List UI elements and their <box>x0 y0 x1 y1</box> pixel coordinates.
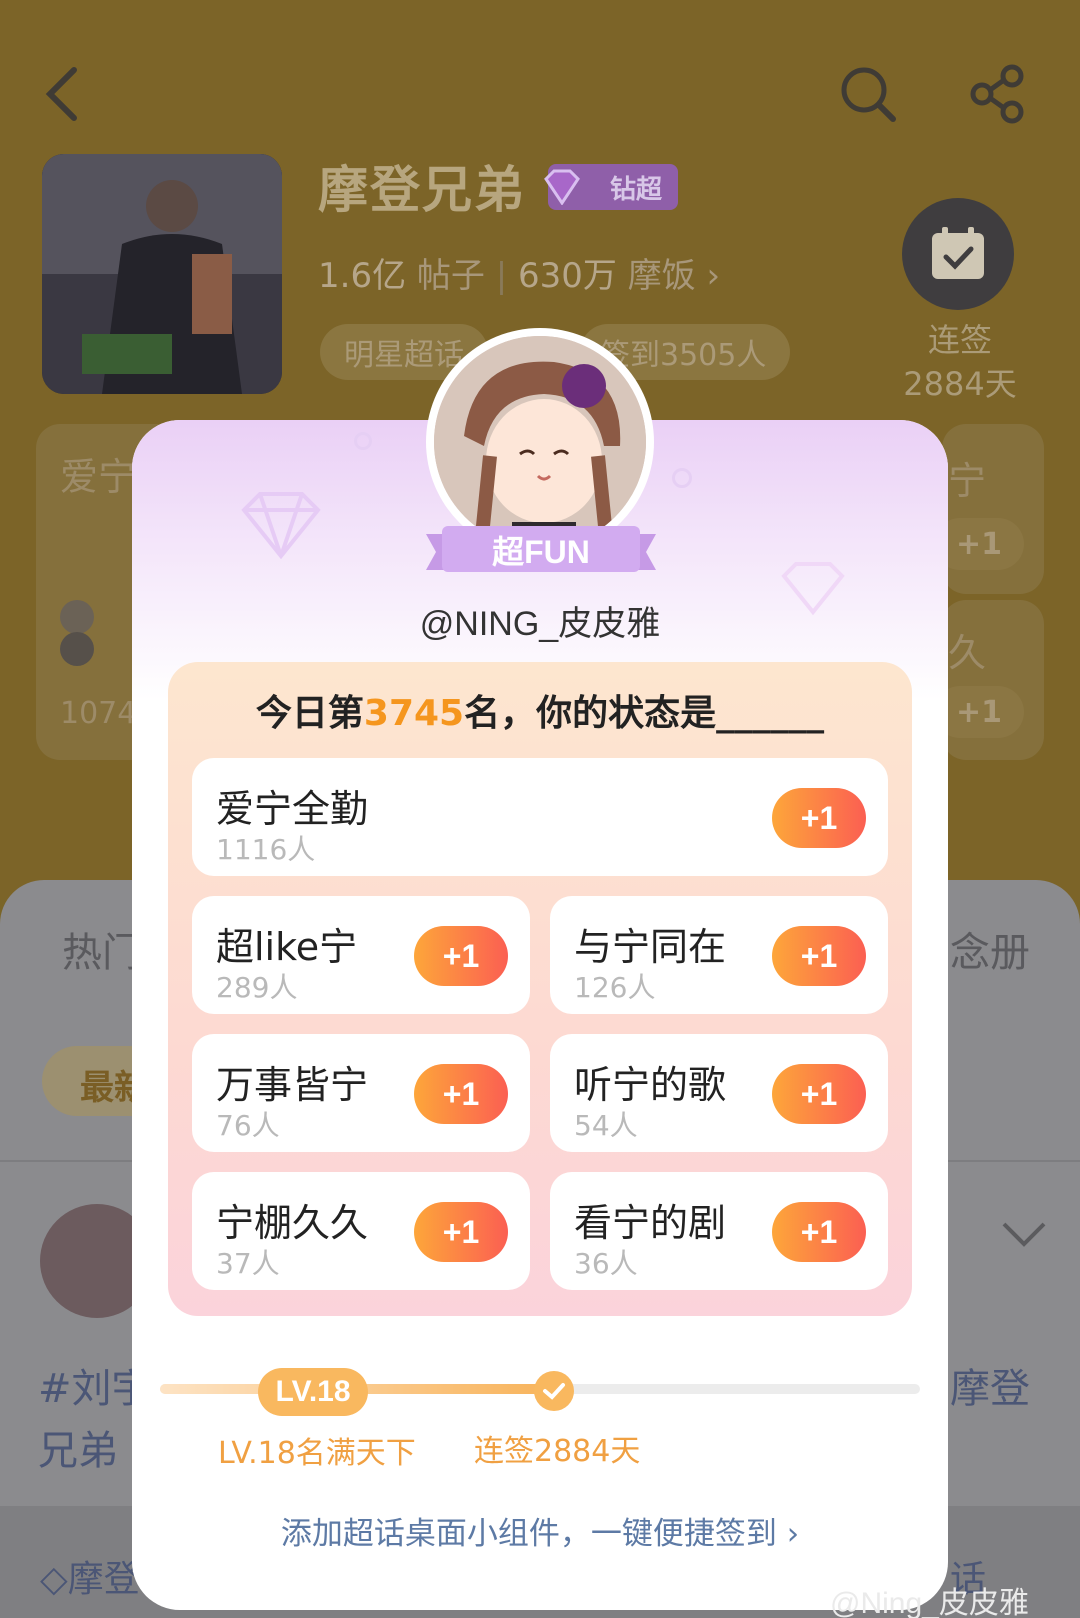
chevron-right-icon: › <box>706 256 721 296</box>
bg-post-text: 摩登 <box>950 1366 1030 1412</box>
level-title: LV.18名满天下 <box>218 1436 416 1471</box>
user-avatar[interactable] <box>434 336 646 548</box>
chevron-down-icon <box>1000 1220 1048 1252</box>
tier-badge: 超FUN <box>492 534 590 570</box>
add-widget-label: 添加超话桌面小组件，一键便捷签到 <box>280 1516 777 1552</box>
status-option-card[interactable]: 看宁的剧 36人 +1 <box>550 1172 888 1290</box>
status-option-card[interactable]: 听宁的歌 54人 +1 <box>550 1034 888 1152</box>
status-option-count: 1116人 <box>216 833 316 866</box>
plus-one-button[interactable]: +1 <box>772 926 866 986</box>
status-option-count: 54人 <box>574 1109 638 1142</box>
plus-one-button[interactable]: +1 <box>772 1202 866 1262</box>
streak-checkpoint <box>534 1371 574 1411</box>
search-button[interactable] <box>836 62 900 126</box>
status-option-name: 看宁的剧 <box>574 1201 727 1245</box>
back-button[interactable] <box>34 62 90 126</box>
status-option-count: 37人 <box>216 1247 280 1280</box>
rank-number: 3745 <box>363 693 465 734</box>
chevron-right-icon: › <box>786 1516 800 1552</box>
status-option-card[interactable]: 万事皆宁 76人 +1 <box>192 1034 530 1152</box>
search-icon <box>841 67 896 122</box>
watermark: @Ning_皮皮雅 <box>830 1587 1029 1618</box>
cover-photo-illustration <box>42 154 282 394</box>
bg-tab-album: 念册 <box>950 930 1030 976</box>
community-title: 摩登兄弟 <box>318 161 526 219</box>
status-option-name: 爱宁全勤 <box>216 787 369 831</box>
decor-dot <box>354 432 372 450</box>
status-option-count: 126人 <box>574 971 656 1004</box>
status-option-count: 36人 <box>574 1247 638 1280</box>
diamond-badge-label: 钻超 <box>609 174 662 205</box>
status-option-name: 听宁的歌 <box>574 1063 727 1107</box>
bg-right-card-title: 宁 <box>948 459 987 503</box>
bg-tab-hot: 热门 <box>62 930 142 976</box>
diamond-outline-icon <box>241 492 321 560</box>
diamond-outline-icon: ◇ <box>40 1559 68 1600</box>
plus-one-button[interactable]: +1 <box>414 926 508 986</box>
bg-post-hashtag: 兄弟 <box>38 1428 118 1474</box>
bg-avatar <box>60 600 94 634</box>
back-arrow-icon <box>45 67 77 121</box>
fans-count[interactable]: 630万 <box>518 256 617 296</box>
bg-avatar <box>60 632 94 666</box>
plus-one-button[interactable]: +1 <box>772 788 866 848</box>
level-badge: LV.18 <box>258 1368 368 1416</box>
calendar-check-icon <box>932 227 984 279</box>
bg-right-card-title: 久 <box>948 631 987 675</box>
diamond-icon <box>544 169 580 205</box>
rank-suffix: 名，你的状态是______ <box>464 693 825 734</box>
checkin-streak: 连签 2884天 <box>890 318 1030 406</box>
status-option-name: 万事皆宁 <box>216 1063 369 1107</box>
community-cover-image[interactable] <box>42 154 282 394</box>
checkin-label: 连签 <box>927 321 992 359</box>
rank-prefix: 今日第 <box>255 693 364 734</box>
add-widget-link[interactable]: 添加超话桌面小组件，一键便捷签到 › <box>132 1508 948 1553</box>
community-stats: 1.6亿 帖子 | 630万 摩饭 › <box>318 248 720 297</box>
plus-one-button[interactable]: +1 <box>414 1202 508 1262</box>
posts-label: 帖子 <box>416 256 485 296</box>
status-option-name: 宁棚久久 <box>216 1201 369 1245</box>
status-option-count: 289人 <box>216 971 298 1004</box>
plus-one-button[interactable]: +1 <box>414 1064 508 1124</box>
bg-left-card-title: 爱宁 <box>60 455 137 499</box>
status-option-card[interactable]: 超like宁 289人 +1 <box>192 896 530 1014</box>
decor-dot <box>672 468 692 488</box>
daily-rank-text: 今日第3745名，你的状态是______ <box>168 684 912 736</box>
bg-left-card-count: 1074 <box>60 696 137 731</box>
bg-footer-community-label: 摩登 <box>67 1559 140 1600</box>
status-option-card[interactable]: 宁棚久久 37人 +1 <box>192 1172 530 1290</box>
status-option-name: 与宁同在 <box>574 925 727 969</box>
fans-label[interactable]: 摩饭 <box>628 256 696 296</box>
plus-one-button[interactable]: +1 <box>772 1064 866 1124</box>
status-option-count: 76人 <box>216 1109 280 1142</box>
checkin-button[interactable] <box>902 198 1014 310</box>
stats-divider: | <box>495 256 508 296</box>
status-option-card[interactable]: 爱宁全勤 1116人 +1 <box>192 758 888 876</box>
diamond-super-badge: 钻超 <box>544 164 678 210</box>
avatar-illustration <box>434 336 646 548</box>
share-button[interactable] <box>966 62 1030 126</box>
streak-days: 连签2884天 <box>474 1434 641 1469</box>
checkin-days: 2884天 <box>903 365 1017 403</box>
status-option-name: 超like宁 <box>216 925 358 969</box>
status-option-card[interactable]: 与宁同在 126人 +1 <box>550 896 888 1014</box>
check-icon <box>543 1383 565 1400</box>
posts-count: 1.6亿 <box>318 256 407 296</box>
share-icon <box>970 64 1024 124</box>
username: @NING_皮皮雅 <box>419 605 661 643</box>
